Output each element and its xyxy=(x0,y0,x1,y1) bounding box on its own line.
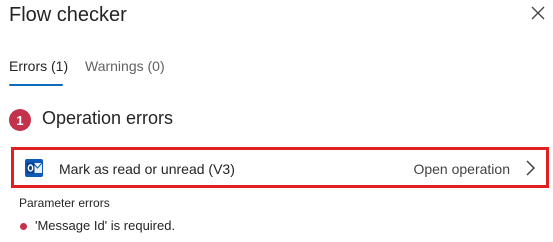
operation-label: Mark as read or unread (V3) xyxy=(59,161,235,177)
chevron-right-icon[interactable] xyxy=(524,159,536,177)
close-icon[interactable] xyxy=(530,5,546,21)
active-tab-indicator xyxy=(9,84,63,86)
section-title: Operation errors xyxy=(42,108,174,128)
parameter-errors-heading: Parameter errors xyxy=(19,196,110,210)
error-count-badge: 1 xyxy=(9,109,31,131)
open-operation-link[interactable]: Open operation xyxy=(413,161,510,177)
panel-title: Flow checker xyxy=(9,4,127,26)
parameter-error-item: 'Message Id' is required. xyxy=(35,218,176,233)
outlook-icon xyxy=(25,159,43,177)
tab-errors[interactable]: Errors (1) xyxy=(9,58,68,74)
error-bullet-icon xyxy=(20,223,27,230)
tab-warnings[interactable]: Warnings (0) xyxy=(85,58,165,74)
operation-row[interactable]: Mark as read or unread (V3) Open operati… xyxy=(11,147,549,188)
